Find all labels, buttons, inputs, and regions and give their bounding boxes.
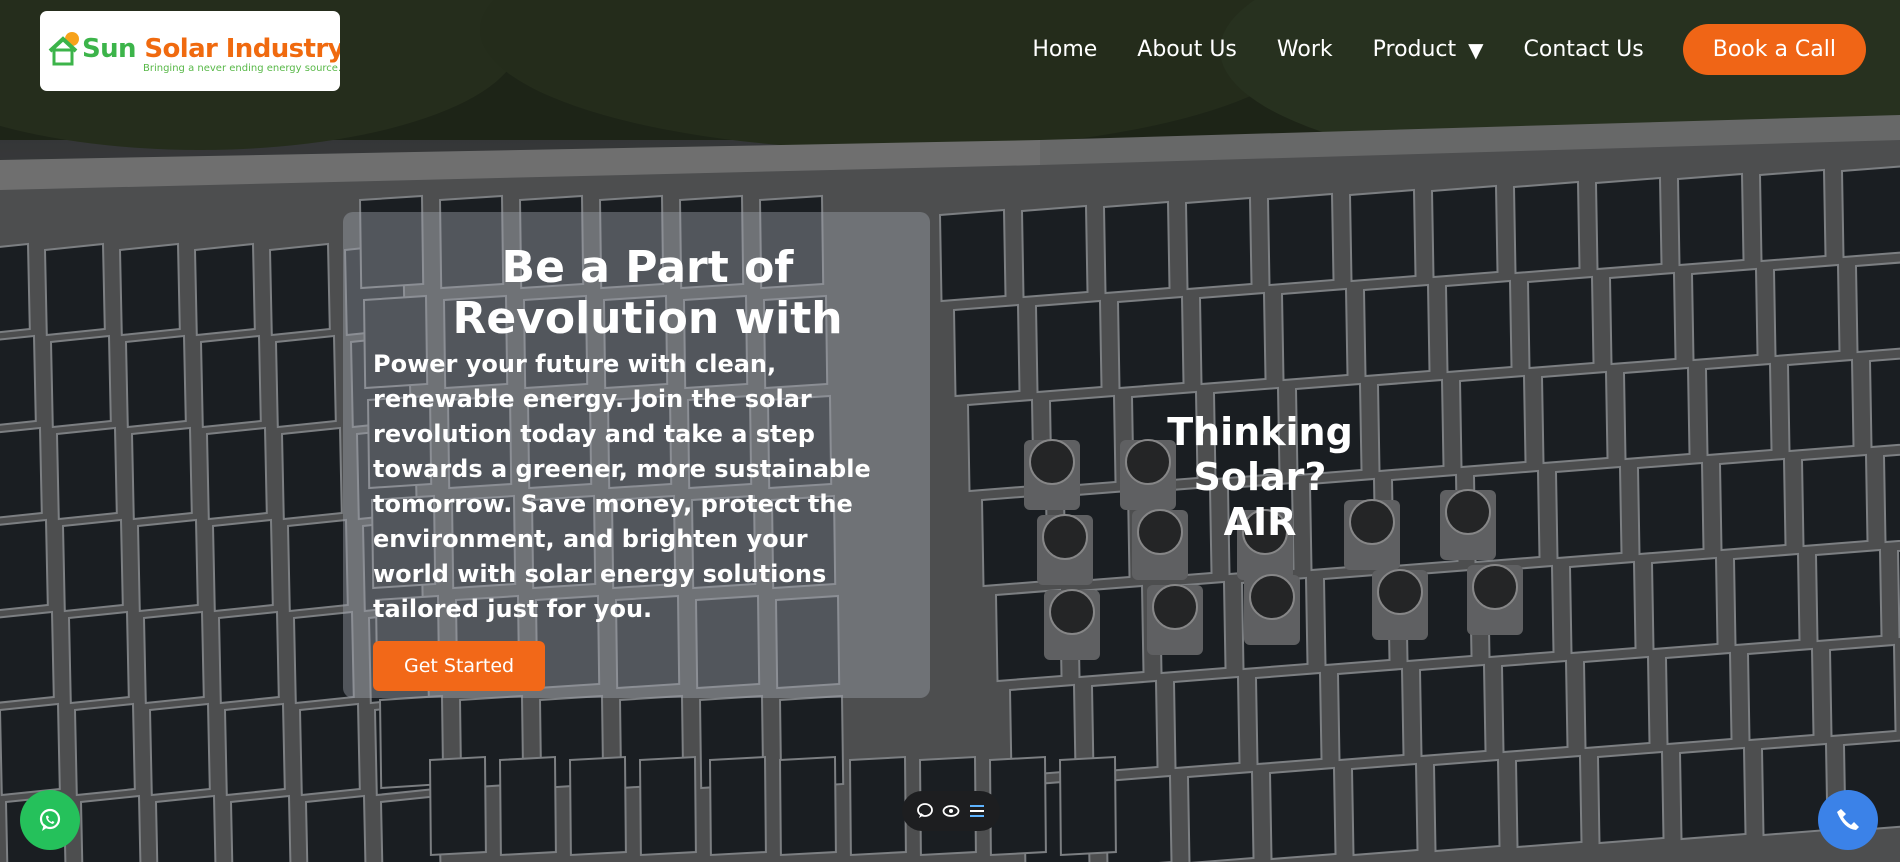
phone-icon <box>1837 809 1859 830</box>
hero-title: Be a Part of Revolution with <box>452 242 843 344</box>
list-icon[interactable] <box>966 800 988 822</box>
book-call-button[interactable]: Book a Call <box>1682 24 1866 75</box>
chat-icon[interactable] <box>914 800 936 822</box>
thinking-solar-line1: Thinking Solar? <box>1167 410 1353 499</box>
caret-down-icon: ▼ <box>1468 37 1484 62</box>
nav-home[interactable]: Home <box>1032 37 1097 62</box>
site-logo[interactable]: Sun Solar Industry Bringing a never endi… <box>40 11 340 91</box>
hero-description: Power your future with clean, renewable … <box>373 350 871 623</box>
nav-work[interactable]: Work <box>1277 37 1333 62</box>
hero-card: Be a Part of Revolution with Power your … <box>343 212 930 698</box>
main-navigation: Home About Us Work Product ▼ Contact Us … <box>1032 24 1866 75</box>
logo-tagline: Bringing a never ending energy source...… <box>143 62 340 74</box>
thinking-solar-heading: Thinking Solar? AIR <box>1100 410 1420 545</box>
nav-about-us[interactable]: About Us <box>1137 37 1237 62</box>
whatsapp-icon <box>39 808 61 831</box>
hero-background-image <box>0 0 1900 862</box>
thinking-solar-line2: AIR <box>1223 500 1297 544</box>
get-started-button[interactable]: Get Started <box>373 641 546 691</box>
house-sun-icon <box>48 31 79 65</box>
nav-product-label: Product <box>1372 37 1457 62</box>
floating-toolbar <box>902 791 1000 831</box>
whatsapp-button[interactable] <box>20 790 80 850</box>
nav-product-dropdown[interactable]: Product ▼ <box>1373 37 1484 62</box>
phone-call-button[interactable] <box>1818 790 1878 850</box>
eye-icon[interactable] <box>940 800 962 822</box>
logo-title-sun: Sun <box>82 33 137 64</box>
nav-contact-us[interactable]: Contact Us <box>1524 37 1644 62</box>
logo-title-rest: Solar Industry <box>144 33 340 64</box>
